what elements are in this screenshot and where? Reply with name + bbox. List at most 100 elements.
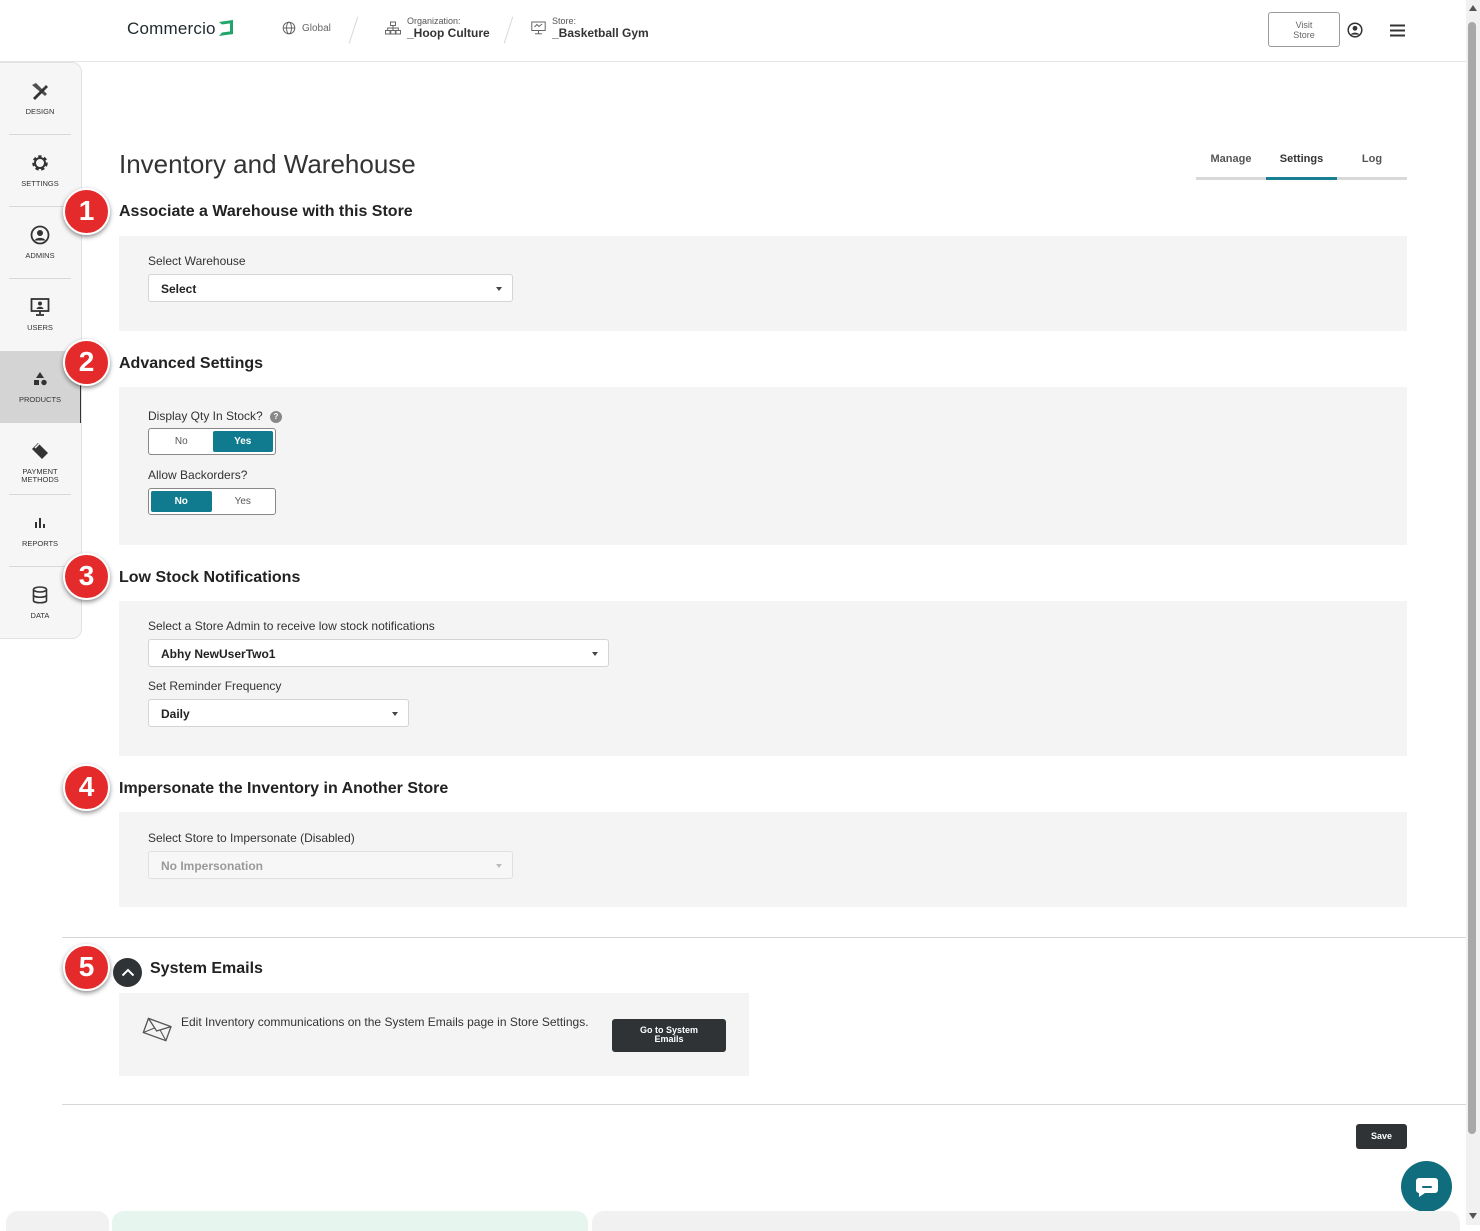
bottom-card bbox=[112, 1211, 588, 1231]
gear-icon bbox=[32, 155, 48, 171]
step-badge-5: 5 bbox=[63, 944, 110, 991]
breadcrumb-organization[interactable]: Organization: _Hoop Culture bbox=[385, 16, 490, 40]
breadcrumb-store[interactable]: Store: _Basketball Gym bbox=[531, 16, 649, 40]
step-badge-4: 4 bbox=[63, 764, 110, 811]
go-to-system-emails-button[interactable]: Go to System Emails bbox=[612, 1019, 726, 1052]
display-qty-no-option[interactable]: No bbox=[151, 431, 212, 452]
sidebar-item-label: Products bbox=[18, 395, 62, 404]
visit-store-label-line2: Store bbox=[1293, 30, 1315, 40]
step-badge-1: 1 bbox=[63, 188, 110, 235]
backorders-no-option[interactable]: No bbox=[151, 491, 212, 512]
store-admin-label: Select a Store Admin to receive low stoc… bbox=[148, 619, 435, 633]
impersonate-store-select: No Impersonation bbox=[148, 851, 513, 879]
display-qty-toggle: No Yes bbox=[148, 428, 276, 455]
chevron-up-icon bbox=[121, 968, 134, 977]
chat-launcher-button[interactable] bbox=[1401, 1161, 1452, 1212]
sidebar-item-design[interactable]: Design bbox=[0, 63, 80, 135]
tab-settings[interactable]: Settings bbox=[1266, 149, 1337, 180]
allow-backorders-toggle: No Yes bbox=[148, 488, 276, 515]
warehouse-select[interactable]: Select bbox=[148, 274, 513, 302]
footer-divider bbox=[62, 1104, 1466, 1105]
scrollbar-thumb[interactable] bbox=[1468, 22, 1476, 1134]
dropdown-caret-icon bbox=[392, 712, 398, 716]
help-icon[interactable]: ? bbox=[270, 411, 282, 423]
top-bar: Commercio Global Organization: _Hoop Cul… bbox=[0, 0, 1466, 62]
store-monitor-icon bbox=[531, 21, 546, 35]
chat-bubble-icon bbox=[1415, 1177, 1438, 1197]
globe-icon bbox=[282, 21, 296, 35]
section-title-impersonate: Impersonate the Inventory in Another Sto… bbox=[119, 780, 449, 797]
sidebar-item-reports[interactable]: Reports bbox=[0, 495, 80, 567]
advanced-panel bbox=[119, 387, 1407, 545]
warehouse-select-value: Select bbox=[161, 282, 197, 296]
impersonate-store-label: Select Store to Impersonate (Disabled) bbox=[148, 831, 355, 845]
global-label: Global bbox=[302, 23, 331, 34]
section-title-warehouse: Associate a Warehouse with this Store bbox=[119, 203, 413, 220]
sidebar-item-label-line2: Methods bbox=[21, 475, 59, 484]
sidebar-item-label: Payment Methods bbox=[0, 468, 80, 484]
reminder-frequency-select[interactable]: Daily bbox=[148, 699, 409, 727]
allow-backorders-label: Allow Backorders? bbox=[148, 468, 248, 482]
store-admin-select[interactable]: Abhy NewUserTwo1 bbox=[148, 639, 609, 667]
tab-bar: Manage Settings Log bbox=[1196, 149, 1407, 180]
visit-store-label-line1: Visit bbox=[1295, 20, 1313, 30]
bottom-card bbox=[592, 1211, 1460, 1231]
dropdown-caret-icon bbox=[496, 287, 502, 291]
commercio-logo[interactable]: Commercio bbox=[127, 19, 233, 39]
store-admin-select-value: Abhy NewUserTwo1 bbox=[161, 647, 276, 661]
select-warehouse-label: Select Warehouse bbox=[148, 254, 246, 268]
scroll-up-arrow-icon[interactable] bbox=[1469, 5, 1477, 11]
sidebar-item-label: Admins bbox=[25, 251, 55, 260]
backorders-yes-option[interactable]: Yes bbox=[213, 491, 274, 512]
admin-user-icon bbox=[30, 225, 50, 245]
save-button[interactable]: Save bbox=[1356, 1124, 1407, 1149]
account-circle-icon[interactable] bbox=[1347, 22, 1363, 38]
organization-name: _Hoop Culture bbox=[407, 26, 490, 40]
scroll-down-arrow-icon[interactable] bbox=[1469, 1213, 1477, 1219]
dropdown-caret-icon bbox=[496, 864, 502, 868]
step-badge-3: 3 bbox=[63, 553, 110, 600]
section-title-system-emails: System Emails bbox=[150, 960, 263, 977]
shapes-icon bbox=[34, 372, 47, 386]
sidebar-item-label: Data bbox=[30, 611, 50, 620]
section-divider bbox=[62, 937, 1466, 938]
organization-caption: Organization: bbox=[407, 16, 461, 26]
monitor-user-icon bbox=[30, 298, 50, 316]
display-qty-yes-option[interactable]: Yes bbox=[212, 431, 273, 452]
section-title-low-stock: Low Stock Notifications bbox=[119, 569, 301, 586]
store-name: _Basketball Gym bbox=[552, 26, 649, 40]
dropdown-caret-icon bbox=[592, 652, 598, 656]
bottom-card bbox=[6, 1211, 109, 1231]
breadcrumb-divider bbox=[503, 16, 514, 44]
sidebar-item-label: Settings bbox=[21, 179, 59, 188]
sidebar-item-payment-methods[interactable]: Payment Methods bbox=[0, 423, 80, 495]
step-badge-2: 2 bbox=[63, 339, 110, 386]
impersonate-store-select-value: No Impersonation bbox=[161, 859, 264, 873]
sidebar-item-users[interactable]: Users bbox=[0, 279, 80, 351]
card-icon bbox=[32, 443, 48, 459]
store-caption: Store: bbox=[552, 16, 577, 26]
database-icon bbox=[32, 586, 48, 604]
visit-store-button[interactable]: Visit Store bbox=[1268, 12, 1340, 47]
breadcrumb-divider bbox=[348, 16, 359, 44]
logo-mark-icon bbox=[218, 20, 233, 36]
go-to-system-emails-label-line2: Emails bbox=[654, 1034, 684, 1044]
bar-chart-icon bbox=[35, 518, 45, 528]
page-title: Inventory and Warehouse bbox=[119, 149, 416, 179]
envelope-icon bbox=[142, 1017, 172, 1042]
breadcrumb-global[interactable]: Global bbox=[282, 16, 331, 35]
hamburger-menu-icon[interactable] bbox=[1390, 24, 1405, 37]
sidebar-item-label: Design bbox=[25, 107, 55, 116]
reminder-frequency-label: Set Reminder Frequency bbox=[148, 679, 282, 693]
reminder-frequency-select-value: Daily bbox=[161, 707, 190, 721]
display-qty-label: Display Qty In Stock? bbox=[148, 409, 263, 423]
sidebar-item-label: Reports bbox=[21, 539, 59, 548]
logo-text: Commercio bbox=[127, 19, 216, 38]
org-chart-icon bbox=[385, 21, 401, 35]
tab-manage[interactable]: Manage bbox=[1196, 149, 1266, 177]
tab-log[interactable]: Log bbox=[1337, 149, 1407, 177]
design-tools-icon bbox=[32, 83, 48, 100]
section-title-advanced: Advanced Settings bbox=[119, 355, 264, 372]
collapse-section-button[interactable] bbox=[113, 958, 142, 987]
sidebar-item-label: Users bbox=[27, 323, 53, 332]
